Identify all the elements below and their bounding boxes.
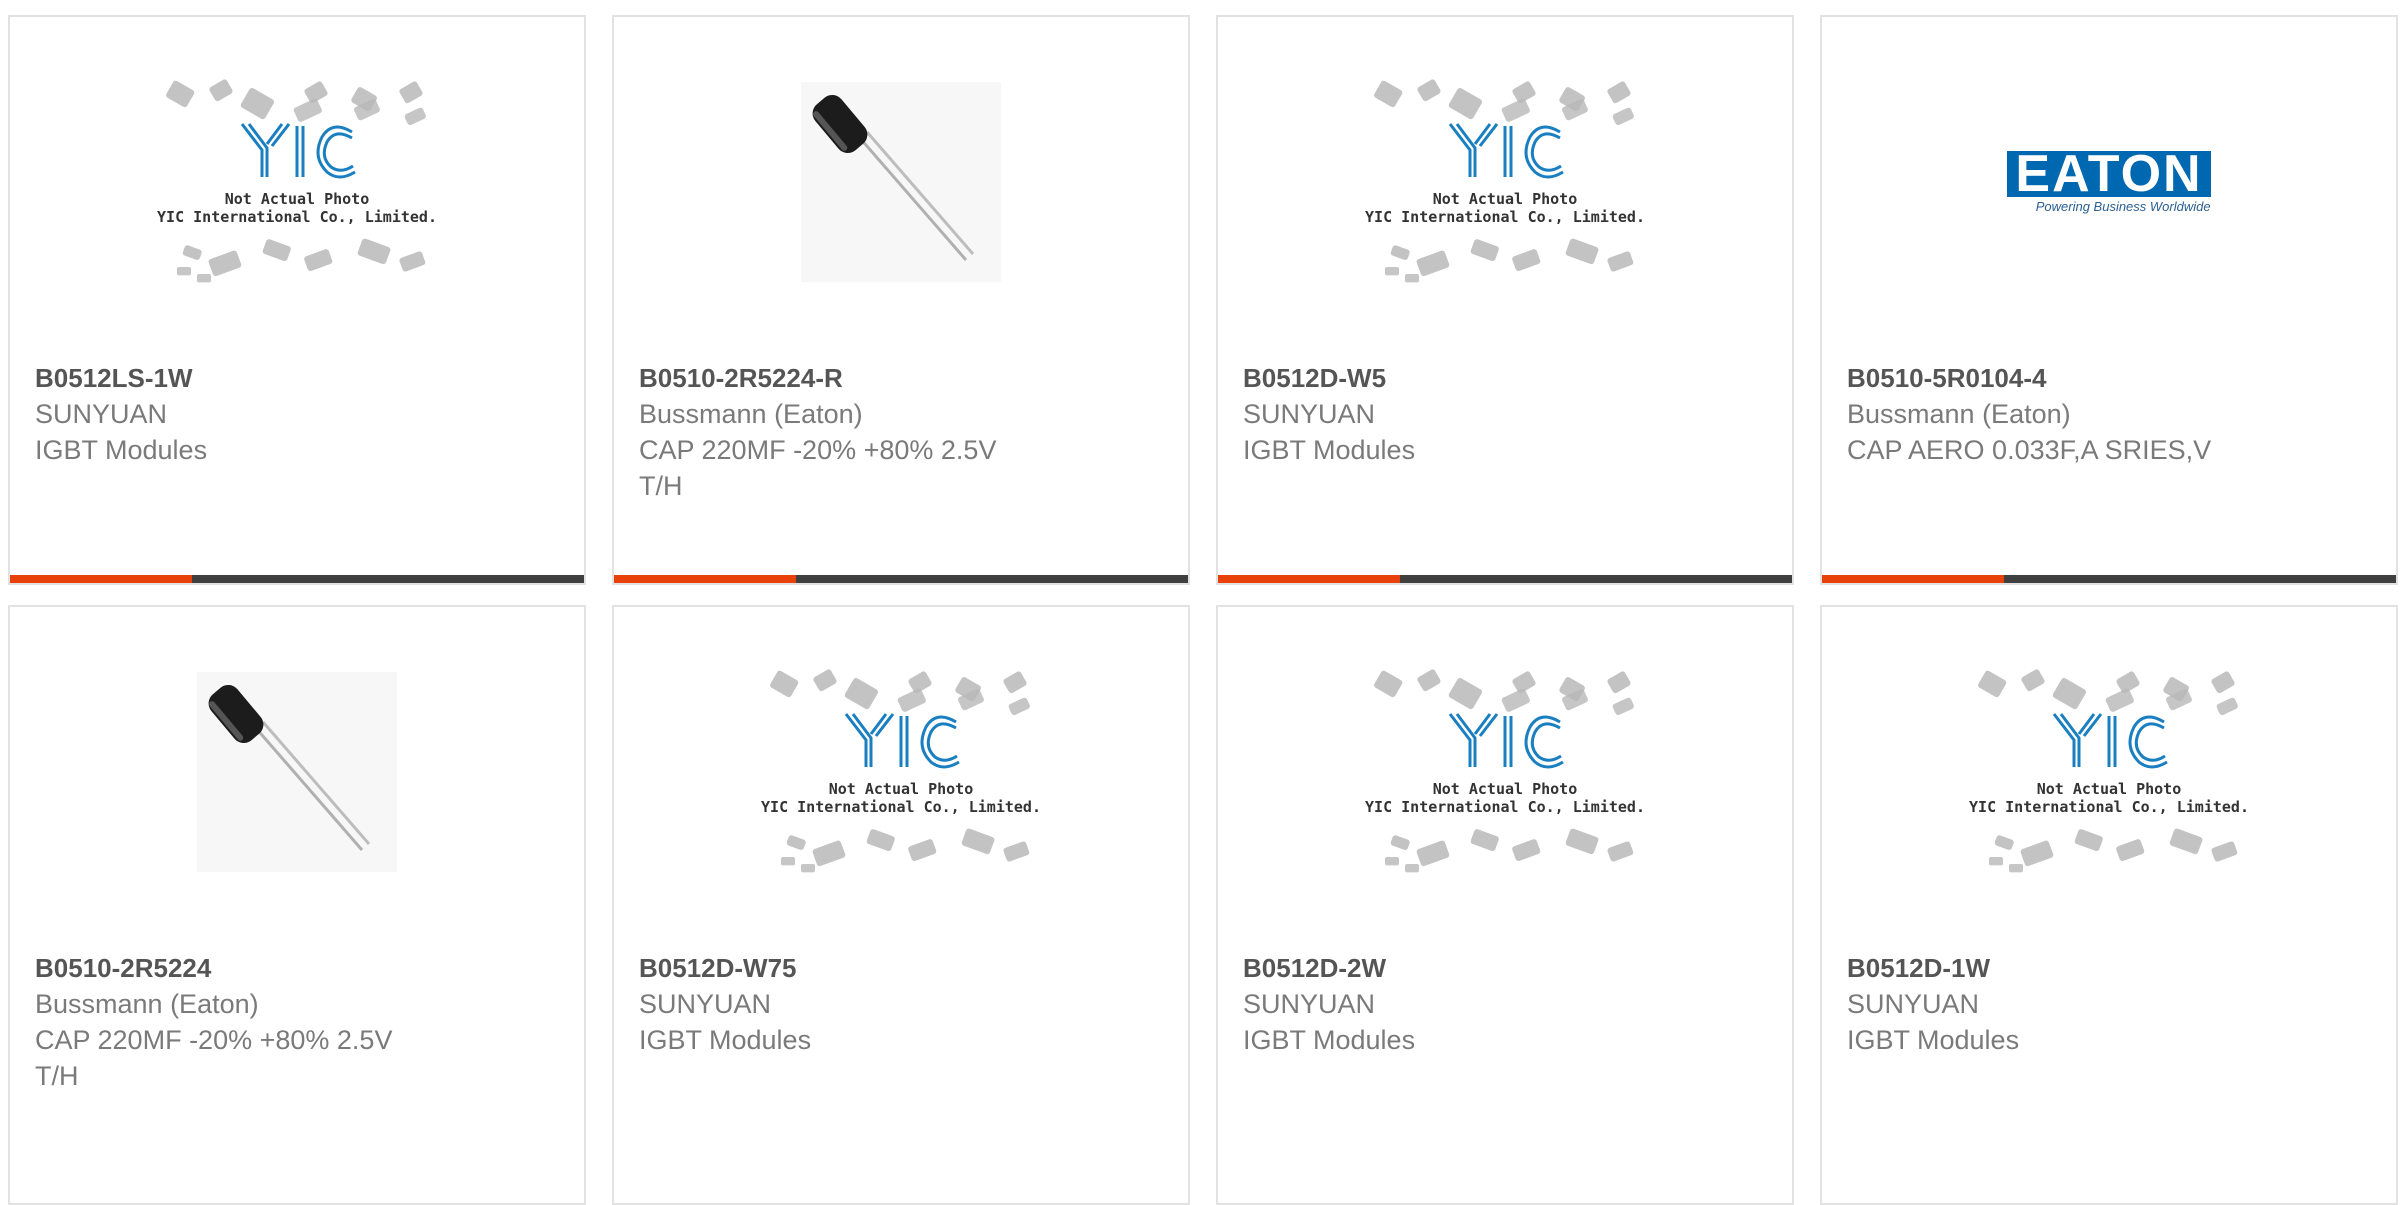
- card-accent-bar: [1822, 575, 2004, 583]
- capacitor-photo-image: [801, 82, 1001, 282]
- part-number-link[interactable]: B0510-2R5224-R: [639, 360, 1168, 396]
- image-caption: YIC International Co., Limited.: [157, 208, 437, 226]
- image-caption: Not Actual Photo: [2037, 780, 2182, 798]
- card-bottom-bar: [1822, 575, 2396, 583]
- product-info: B0512D-W5 SUNYUAN IGBT Modules: [1243, 360, 1772, 468]
- product-info: B0512LS-1W SUNYUAN IGBT Modules: [35, 360, 564, 468]
- capacitor-photo-image: [197, 672, 397, 872]
- image-caption: Not Actual Photo: [829, 780, 974, 798]
- brand-name: SUNYUAN: [639, 989, 772, 1019]
- yic-placeholder-image: Not Actual PhotoYIC International Co., L…: [157, 79, 437, 283]
- product-description: CAP 220MF -20% +80% 2.5V T/H: [639, 435, 997, 501]
- card-accent-bar: [614, 575, 796, 583]
- image-caption: Not Actual Photo: [1433, 780, 1578, 798]
- part-number-link[interactable]: B0512D-2W: [1243, 950, 1772, 986]
- part-number-link[interactable]: B0512D-1W: [1847, 950, 2376, 986]
- product-card[interactable]: Not Actual Photo YIC International Co., L…: [1820, 605, 2398, 1205]
- product-description: IGBT Modules: [1243, 435, 1416, 465]
- product-card[interactable]: B0510-2R5224-R Bussmann (Eaton) CAP 220MF …: [612, 15, 1190, 585]
- brand-name: SUNYUAN: [1847, 989, 1980, 1019]
- card-bottom-bar: [1218, 575, 1792, 583]
- card-bottom-bar: [614, 575, 1188, 583]
- eaton-logo-text: EATON: [2007, 148, 2211, 200]
- part-number-link[interactable]: B0510-5R0104-4: [1847, 360, 2376, 396]
- yic-placeholder-image: Not Actual PhotoYIC International Co., L…: [1969, 669, 2249, 873]
- card-accent-bar: [1218, 575, 1400, 583]
- product-image[interactable]: EATON Powering Business Worldwide: [1822, 17, 2396, 347]
- part-number-link[interactable]: B0512D-W5: [1243, 360, 1772, 396]
- image-caption: Not Actual Photo: [225, 190, 370, 208]
- product-info: B0512D-1W SUNYUAN IGBT Modules: [1847, 950, 2376, 1058]
- product-info: B0512D-2W SUNYUAN IGBT Modules: [1243, 950, 1772, 1058]
- brand-name: Bussmann (Eaton): [35, 989, 259, 1019]
- product-image[interactable]: Not Actual Photo YIC International Co., L…: [614, 607, 1188, 937]
- product-info: B0510-2R5224 Bussmann (Eaton) CAP 220MF -2…: [35, 950, 564, 1094]
- image-caption: YIC International Co., Limited.: [1365, 208, 1645, 226]
- yic-placeholder-image: Not Actual PhotoYIC International Co., L…: [1365, 79, 1645, 283]
- image-caption: YIC International Co., Limited.: [1365, 798, 1645, 816]
- brand-name: Bussmann (Eaton): [1847, 399, 2071, 429]
- card-accent-bar: [10, 575, 192, 583]
- part-number-link[interactable]: B0512D-W75: [639, 950, 1168, 986]
- product-card[interactable]: Not Actual Photo YIC International Co., L…: [612, 605, 1190, 1205]
- brand-name: Bussmann (Eaton): [639, 399, 863, 429]
- product-card[interactable]: Not Actual Photo YIC International Co., L…: [8, 15, 586, 585]
- product-image[interactable]: [10, 607, 584, 937]
- product-description: IGBT Modules: [1847, 1025, 2020, 1055]
- product-image[interactable]: Not Actual Photo YIC International Co., L…: [10, 17, 584, 347]
- product-card[interactable]: Not Actual Photo YIC International Co., L…: [1216, 15, 1794, 585]
- card-bottom-bar: [10, 575, 584, 583]
- brand-name: SUNYUAN: [1243, 989, 1376, 1019]
- product-description: CAP AERO 0.033F,A SRIES,V: [1847, 435, 2212, 465]
- product-description: IGBT Modules: [639, 1025, 812, 1055]
- eaton-logo-tagline: Powering Business Worldwide: [2035, 198, 2211, 214]
- part-number-link[interactable]: B0510-2R5224: [35, 950, 564, 986]
- image-caption: YIC International Co., Limited.: [1969, 798, 2249, 816]
- product-grid: Not Actual Photo YIC International Co., L…: [0, 0, 2400, 1205]
- image-caption: Not Actual Photo: [1433, 190, 1578, 208]
- product-description: IGBT Modules: [35, 435, 208, 465]
- yic-placeholder-image: Not Actual PhotoYIC International Co., L…: [1365, 669, 1645, 873]
- product-description: CAP 220MF -20% +80% 2.5V T/H: [35, 1025, 393, 1091]
- product-description: IGBT Modules: [1243, 1025, 1416, 1055]
- product-image[interactable]: Not Actual Photo YIC International Co., L…: [1218, 17, 1792, 347]
- brand-name: SUNYUAN: [1243, 399, 1376, 429]
- product-image[interactable]: [614, 17, 1188, 347]
- product-image[interactable]: Not Actual Photo YIC International Co., L…: [1822, 607, 2396, 937]
- yic-placeholder-image: Not Actual PhotoYIC International Co., L…: [761, 669, 1041, 873]
- product-card[interactable]: B0510-2R5224 Bussmann (Eaton) CAP 220MF -2…: [8, 605, 586, 1205]
- part-number-link[interactable]: B0512LS-1W: [35, 360, 564, 396]
- product-card[interactable]: Not Actual Photo YIC International Co., L…: [1216, 605, 1794, 1205]
- product-info: B0510-5R0104-4 Bussmann (Eaton) CAP AERO 0…: [1847, 360, 2376, 468]
- eaton-logo: EATON Powering Business Worldwide: [2007, 148, 2211, 214]
- product-info: B0510-2R5224-R Bussmann (Eaton) CAP 220MF …: [639, 360, 1168, 504]
- product-card[interactable]: EATON Powering Business Worldwide B0510-5R…: [1820, 15, 2398, 585]
- product-image[interactable]: Not Actual Photo YIC International Co., L…: [1218, 607, 1792, 937]
- brand-name: SUNYUAN: [35, 399, 168, 429]
- product-info: B0512D-W75 SUNYUAN IGBT Modules: [639, 950, 1168, 1058]
- image-caption: YIC International Co., Limited.: [761, 798, 1041, 816]
